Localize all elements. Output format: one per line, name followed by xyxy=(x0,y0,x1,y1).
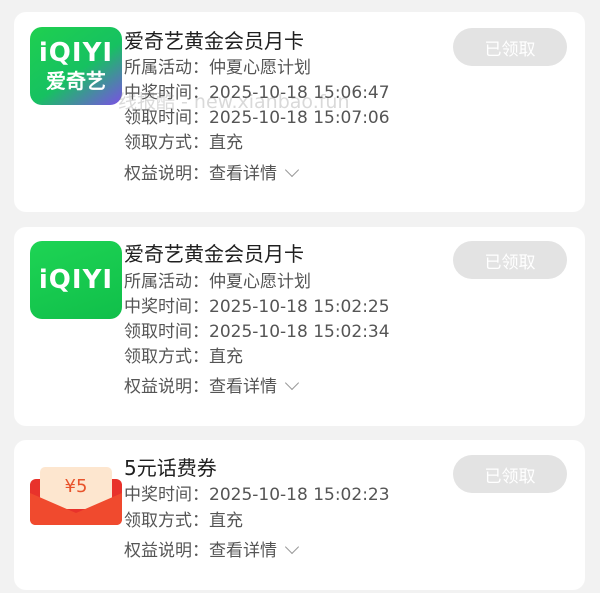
chevron-down-icon[interactable] xyxy=(284,375,300,391)
claim-time-label: 领取时间： xyxy=(124,322,209,342)
activity-label: 所属活动： xyxy=(124,272,209,292)
claim-method-row: 领取方式：直充 xyxy=(124,346,243,368)
activity-label: 所属活动： xyxy=(124,58,209,78)
reward-title: 爱奇艺黄金会员月卡 xyxy=(124,242,304,266)
chevron-down-icon[interactable] xyxy=(284,162,300,178)
claim-time-value: 2025-10-18 15:07:06 xyxy=(209,108,390,128)
claimed-button[interactable]: 已领取 xyxy=(453,28,567,66)
claim-method-value: 直充 xyxy=(209,347,243,367)
coupon-amount: ¥5 xyxy=(65,476,88,497)
benefit-label: 权益说明： xyxy=(124,541,209,561)
win-time-row: 中奖时间：2025-10-18 15:06:47 xyxy=(124,82,390,104)
iqiyi-logo-text: iQIYI xyxy=(38,265,114,295)
view-details-link[interactable]: 查看详情 xyxy=(209,541,277,561)
claim-time-value: 2025-10-18 15:02:34 xyxy=(209,322,390,342)
claim-time-row: 领取时间：2025-10-18 15:07:06 xyxy=(124,107,390,129)
claim-method-label: 领取方式： xyxy=(124,133,209,153)
reward-card-3: ¥5 5元话费券 中奖时间：2025-10-18 15:02:23 领取方式：直… xyxy=(14,440,585,590)
claim-method-value: 直充 xyxy=(209,133,243,153)
reward-card-1: iQIYI 爱奇艺 爱奇艺黄金会员月卡 所属活动：仲夏心愿计划 中奖时间：202… xyxy=(14,12,585,212)
claim-method-row: 领取方式：直充 xyxy=(124,510,243,532)
activity-row: 所属活动：仲夏心愿计划 xyxy=(124,57,311,79)
iqiyi-logo-text: iQIYI xyxy=(38,38,114,68)
iqiyi-logo-subtext: 爱奇艺 xyxy=(46,69,106,93)
win-time-label: 中奖时间： xyxy=(124,297,209,317)
win-time-value: 2025-10-18 15:02:25 xyxy=(209,297,390,317)
activity-row: 所属活动：仲夏心愿计划 xyxy=(124,271,311,293)
view-details-link[interactable]: 查看详情 xyxy=(209,377,277,397)
iqiyi-logo-icon: iQIYI 爱奇艺 xyxy=(30,27,122,105)
claimed-button[interactable]: 已领取 xyxy=(453,241,567,279)
benefit-row: 权益说明：查看详情 xyxy=(124,539,300,562)
benefit-row: 权益说明：查看详情 xyxy=(124,162,300,185)
win-time-label: 中奖时间： xyxy=(124,83,209,103)
claim-method-label: 领取方式： xyxy=(124,347,209,367)
claim-method-value: 直充 xyxy=(209,511,243,531)
win-time-row: 中奖时间：2025-10-18 15:02:23 xyxy=(124,484,390,506)
claimed-button[interactable]: 已领取 xyxy=(453,455,567,493)
iqiyi-logo-icon: iQIYI xyxy=(30,241,122,319)
activity-value: 仲夏心愿计划 xyxy=(209,58,311,78)
claim-method-row: 领取方式：直充 xyxy=(124,132,243,154)
chevron-down-icon[interactable] xyxy=(284,539,300,555)
red-packet-icon: ¥5 xyxy=(30,467,122,525)
win-time-row: 中奖时间：2025-10-18 15:02:25 xyxy=(124,296,390,318)
reward-title: 爱奇艺黄金会员月卡 xyxy=(124,29,304,53)
win-time-value: 2025-10-18 15:06:47 xyxy=(209,83,390,103)
activity-value: 仲夏心愿计划 xyxy=(209,272,311,292)
benefit-label: 权益说明： xyxy=(124,377,209,397)
reward-card-2: iQIYI 爱奇艺黄金会员月卡 所属活动：仲夏心愿计划 中奖时间：2025-10… xyxy=(14,227,585,426)
claim-time-row: 领取时间：2025-10-18 15:02:34 xyxy=(124,321,390,343)
benefit-row: 权益说明：查看详情 xyxy=(124,375,300,398)
claim-time-label: 领取时间： xyxy=(124,108,209,128)
win-time-label: 中奖时间： xyxy=(124,485,209,505)
benefit-label: 权益说明： xyxy=(124,164,209,184)
win-time-value: 2025-10-18 15:02:23 xyxy=(209,485,390,505)
reward-title: 5元话费券 xyxy=(124,456,217,480)
view-details-link[interactable]: 查看详情 xyxy=(209,164,277,184)
claim-method-label: 领取方式： xyxy=(124,511,209,531)
